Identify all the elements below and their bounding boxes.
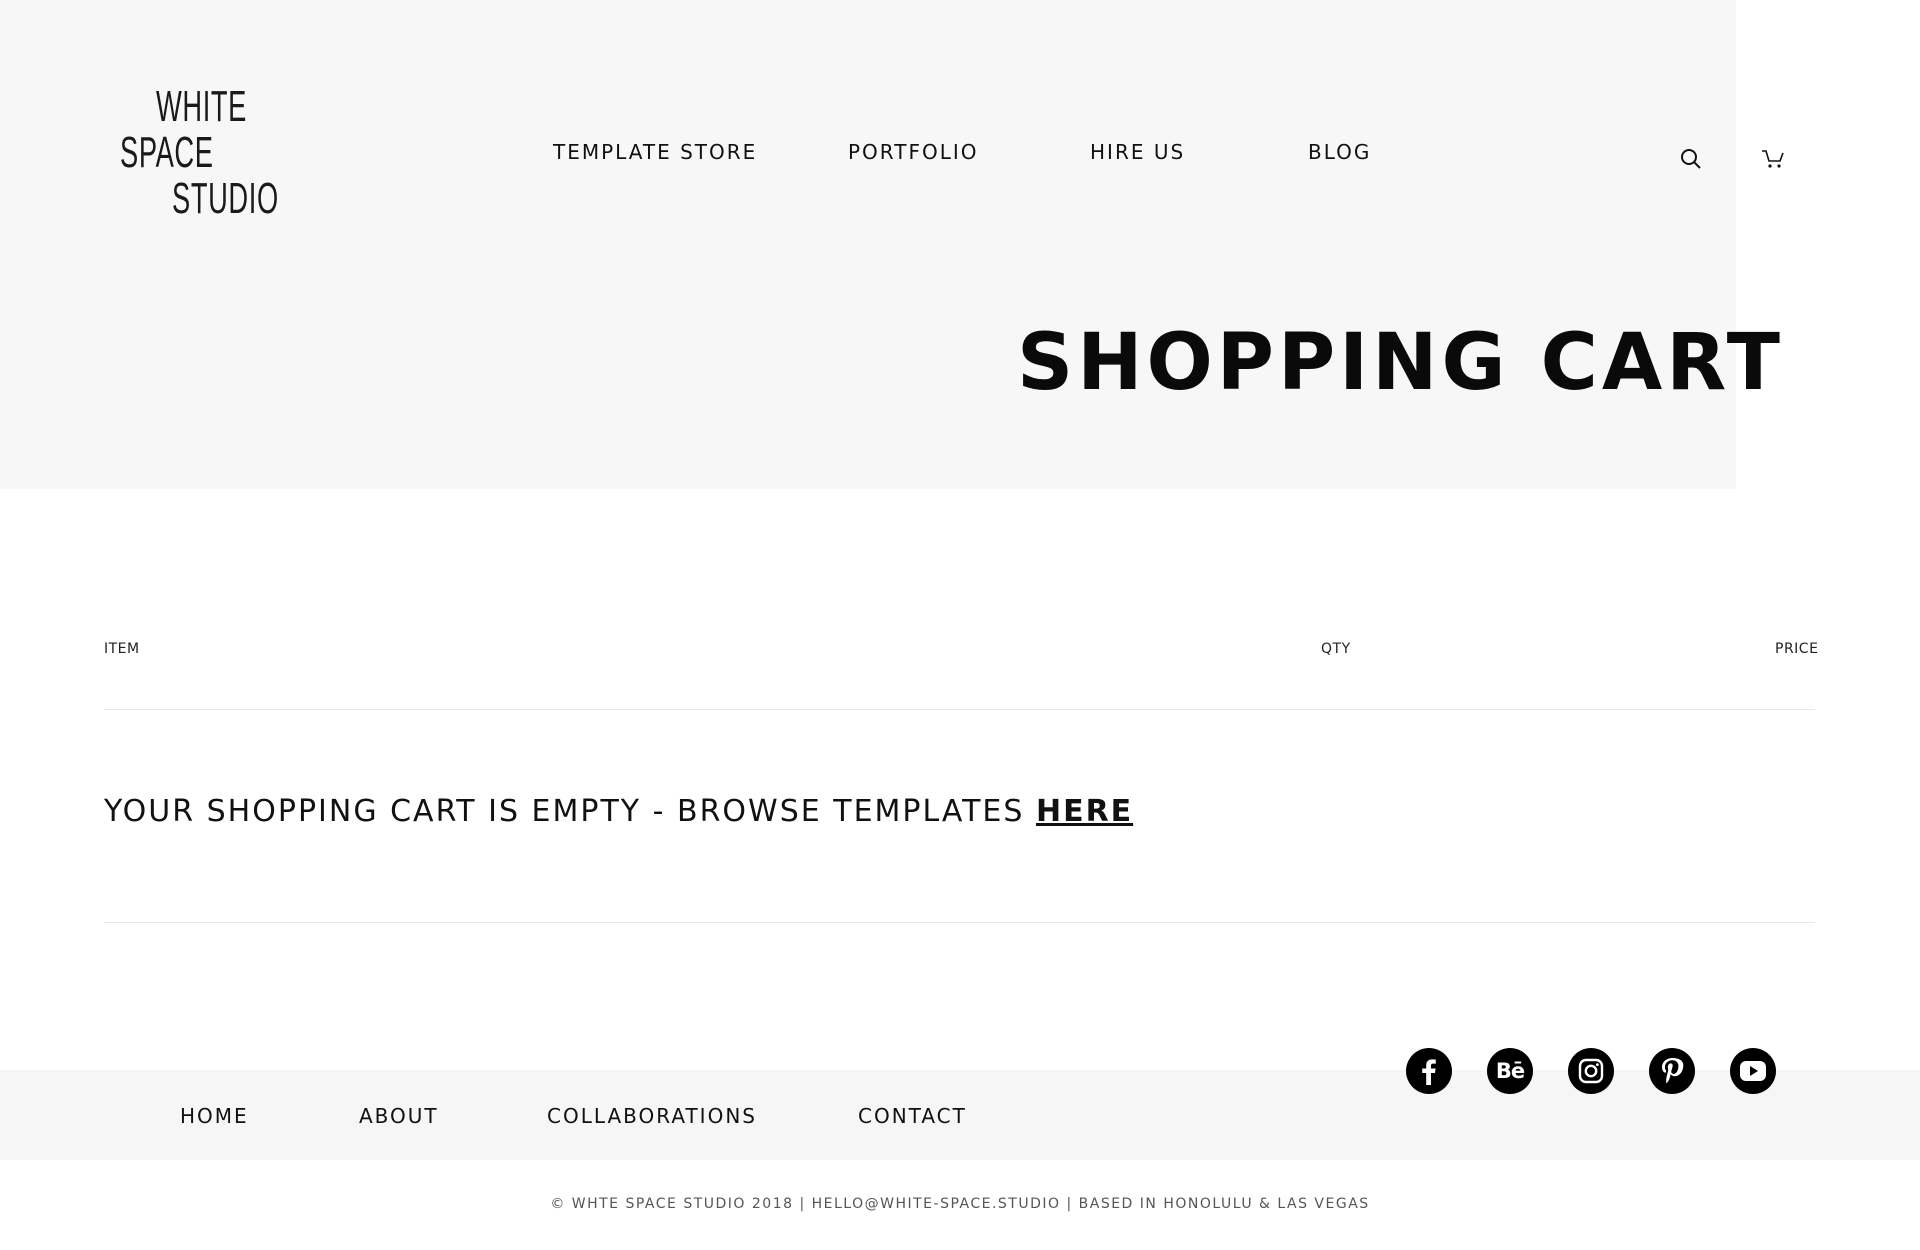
column-header-price: PRICE — [1775, 641, 1819, 657]
divider — [104, 922, 1815, 923]
behance-icon[interactable]: Bē — [1487, 1048, 1533, 1094]
instagram-icon[interactable] — [1568, 1048, 1614, 1094]
nav-template-store[interactable]: TEMPLATE STORE — [553, 140, 757, 164]
logo-line-2: SPACE — [120, 128, 214, 177]
footer-nav-about[interactable]: ABOUT — [359, 1104, 439, 1128]
behance-glyph: Bē — [1495, 1059, 1525, 1083]
nav-blog[interactable]: BLOG — [1308, 140, 1371, 164]
youtube-icon[interactable] — [1730, 1048, 1776, 1094]
footer-nav-contact[interactable]: CONTACT — [858, 1104, 967, 1128]
nav-hire-us[interactable]: HIRE US — [1090, 140, 1185, 164]
nav-portfolio[interactable]: PORTFOLIO — [848, 140, 979, 164]
logo-line-1: WHITE — [156, 82, 247, 131]
facebook-icon[interactable] — [1406, 1048, 1452, 1094]
logo-line-3: STUDIO — [172, 174, 279, 223]
logo[interactable]: WHITE SPACE STUDIO — [120, 84, 280, 224]
empty-cart-message: YOUR SHOPPING CART IS EMPTY - BROWSE TEM… — [104, 794, 1133, 829]
copyright-text: © WHTE SPACE STUDIO 2018 | HELLO@WHITE-S… — [550, 1196, 1370, 1212]
header-hero-background — [0, 0, 1736, 489]
column-header-item: ITEM — [104, 641, 140, 657]
column-header-qty: QTY — [1321, 641, 1351, 657]
footer-nav-collaborations[interactable]: COLLABORATIONS — [547, 1104, 757, 1128]
page-title: SHOPPING CART — [1017, 318, 1784, 408]
cart-icon[interactable] — [1758, 144, 1788, 174]
divider — [104, 709, 1815, 710]
browse-templates-link[interactable]: HERE — [1036, 794, 1133, 829]
search-icon[interactable] — [1676, 144, 1706, 174]
pinterest-icon[interactable] — [1649, 1048, 1695, 1094]
footer-nav-home[interactable]: HOME — [180, 1104, 249, 1128]
empty-cart-text: YOUR SHOPPING CART IS EMPTY - BROWSE TEM… — [104, 794, 1025, 829]
